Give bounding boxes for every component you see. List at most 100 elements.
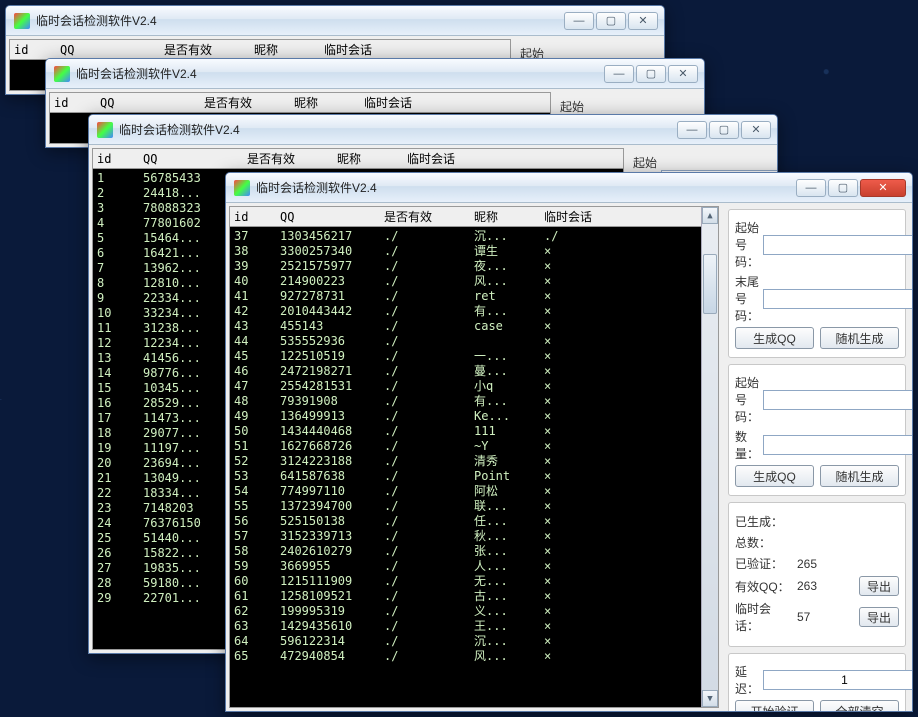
start-input[interactable] (763, 235, 913, 255)
export-valid-button[interactable]: 导出 (859, 576, 899, 596)
maximize-button[interactable]: ▢ (709, 121, 739, 139)
maximize-button[interactable]: ▢ (828, 179, 858, 197)
col-valid[interactable]: 是否有效 (380, 206, 470, 227)
table-row[interactable]: 371303456217./沉..../ (230, 227, 701, 242)
col-qq[interactable]: QQ (139, 150, 243, 168)
table-row[interactable]: 40214900223./风...× (230, 272, 701, 287)
table-row[interactable]: 582402610279./张...× (230, 542, 701, 557)
start-verify-button[interactable]: 开始验证 (735, 700, 814, 712)
col-id[interactable]: id (10, 41, 56, 59)
table-row[interactable]: 511627668726./~Y× (230, 437, 701, 452)
table-row[interactable]: 593669955./人...× (230, 557, 701, 572)
col-qq[interactable]: QQ (96, 94, 200, 112)
minimize-button[interactable]: — (796, 179, 826, 197)
end-input[interactable] (763, 289, 913, 309)
minimize-button[interactable]: — (564, 12, 594, 30)
range-group-1: 起始号码： 末尾号码： 生成QQ 随机生成 (728, 209, 906, 358)
titlebar[interactable]: 临时会话检测软件V2.4 — ▢ ✕ (46, 59, 704, 89)
scroll-down-button[interactable]: ▼ (702, 690, 718, 707)
col-nick[interactable]: 昵称 (470, 206, 540, 227)
titlebar[interactable]: 临时会话检测软件V2.4 — ▢ ✕ (6, 6, 664, 36)
close-button[interactable]: ✕ (741, 121, 771, 139)
generated-label: 已生成： (735, 513, 791, 530)
app-icon (14, 13, 30, 29)
col-id[interactable]: id (230, 208, 276, 226)
col-sess[interactable]: 临时会话 (320, 39, 390, 60)
table-row[interactable]: 45122510519./一...× (230, 347, 701, 362)
grid-header: id QQ 是否有效 昵称 临时会话 (50, 93, 550, 113)
window-title: 临时会话检测软件V2.4 (119, 121, 677, 138)
app-icon (234, 180, 250, 196)
col-nick[interactable]: 昵称 (250, 39, 320, 60)
col-id[interactable]: id (93, 150, 139, 168)
count-input[interactable] (763, 435, 913, 455)
col-nick[interactable]: 昵称 (333, 148, 403, 169)
controls-group: 延迟： 毫秒 开始验证 全部清空 导入数据 (728, 653, 906, 712)
col-qq[interactable]: QQ (56, 41, 160, 59)
valid-qq-label: 有效QQ： (735, 578, 791, 595)
gen-random-button[interactable]: 随机生成 (820, 327, 899, 349)
window-4: 临时会话检测软件V2.4 — ▢ ✕ id QQ 是否有效 昵称 临时会话 37… (225, 172, 913, 712)
delay-input[interactable] (763, 670, 913, 690)
table-row[interactable]: 601215111909./无...× (230, 572, 701, 587)
col-id[interactable]: id (50, 94, 96, 112)
col-valid[interactable]: 是否有效 (200, 92, 290, 113)
table-row[interactable]: 392521575977./夜...× (230, 257, 701, 272)
valid-qq-value: 263 (797, 579, 837, 593)
titlebar[interactable]: 临时会话检测软件V2.4 — ▢ ✕ (89, 115, 777, 145)
start-input-2[interactable] (763, 390, 913, 410)
close-button[interactable]: ✕ (860, 179, 906, 197)
table-row[interactable]: 44535552936./× (230, 332, 701, 347)
col-valid[interactable]: 是否有效 (243, 148, 333, 169)
gen-qq-button[interactable]: 生成QQ (735, 327, 814, 349)
maximize-button[interactable]: ▢ (636, 65, 666, 83)
col-sess[interactable]: 临时会话 (360, 92, 430, 113)
table-row[interactable]: 611258109521./古...× (230, 587, 701, 602)
start-label-2: 起始号码： (735, 374, 759, 425)
app-icon (54, 66, 70, 82)
table-row[interactable]: 64596122314./沉...× (230, 632, 701, 647)
table-row[interactable]: 501434440468./111× (230, 422, 701, 437)
table-row[interactable]: 551372394700./联...× (230, 497, 701, 512)
gen-qq-button-2[interactable]: 生成QQ (735, 465, 814, 487)
table-row[interactable]: 462472198271./蔓...× (230, 362, 701, 377)
table-row[interactable]: 4879391908./有...× (230, 392, 701, 407)
table-row[interactable]: 523124223188./清秀× (230, 452, 701, 467)
table-row[interactable]: 56525150138./任...× (230, 512, 701, 527)
scroll-up-button[interactable]: ▲ (702, 207, 718, 224)
titlebar[interactable]: 临时会话检测软件V2.4 — ▢ ✕ (226, 173, 912, 203)
table-row[interactable]: 383300257340./谭生× (230, 242, 701, 257)
gen-random-button-2[interactable]: 随机生成 (820, 465, 899, 487)
data-grid[interactable]: id QQ 是否有效 昵称 临时会话 371303456217./沉..../3… (229, 206, 719, 708)
close-button[interactable]: ✕ (628, 12, 658, 30)
scroll-track[interactable] (702, 224, 718, 690)
verified-label: 已验证： (735, 555, 791, 572)
clear-all-button[interactable]: 全部清空 (820, 700, 899, 712)
table-row[interactable]: 43455143./case× (230, 317, 701, 332)
close-button[interactable]: ✕ (668, 65, 698, 83)
table-row[interactable]: 62199995319./义...× (230, 602, 701, 617)
app-icon (97, 122, 113, 138)
table-row[interactable]: 422010443442./有...× (230, 302, 701, 317)
table-row[interactable]: 472554281531./小q× (230, 377, 701, 392)
col-qq[interactable]: QQ (276, 208, 380, 226)
export-sess-button[interactable]: 导出 (859, 607, 899, 627)
table-row[interactable]: 53641587638./Point× (230, 467, 701, 482)
col-nick[interactable]: 昵称 (290, 92, 360, 113)
grid-body[interactable]: 371303456217./沉..../383300257340./谭生×392… (230, 227, 701, 707)
maximize-button[interactable]: ▢ (596, 12, 626, 30)
minimize-button[interactable]: — (677, 121, 707, 139)
window-title: 临时会话检测软件V2.4 (76, 65, 604, 82)
table-row[interactable]: 54774997110./阿松× (230, 482, 701, 497)
minimize-button[interactable]: — (604, 65, 634, 83)
table-row[interactable]: 631429435610./王...× (230, 617, 701, 632)
col-sess[interactable]: 临时会话 (540, 206, 610, 227)
table-row[interactable]: 41927278731./ret× (230, 287, 701, 302)
vertical-scrollbar[interactable]: ▲ ▼ (701, 207, 718, 707)
col-sess[interactable]: 临时会话 (403, 148, 473, 169)
col-valid[interactable]: 是否有效 (160, 39, 250, 60)
table-row[interactable]: 65472940854./风...× (230, 647, 701, 662)
scroll-thumb[interactable] (703, 254, 717, 314)
table-row[interactable]: 573152339713./秋...× (230, 527, 701, 542)
table-row[interactable]: 49136499913./Ke...× (230, 407, 701, 422)
